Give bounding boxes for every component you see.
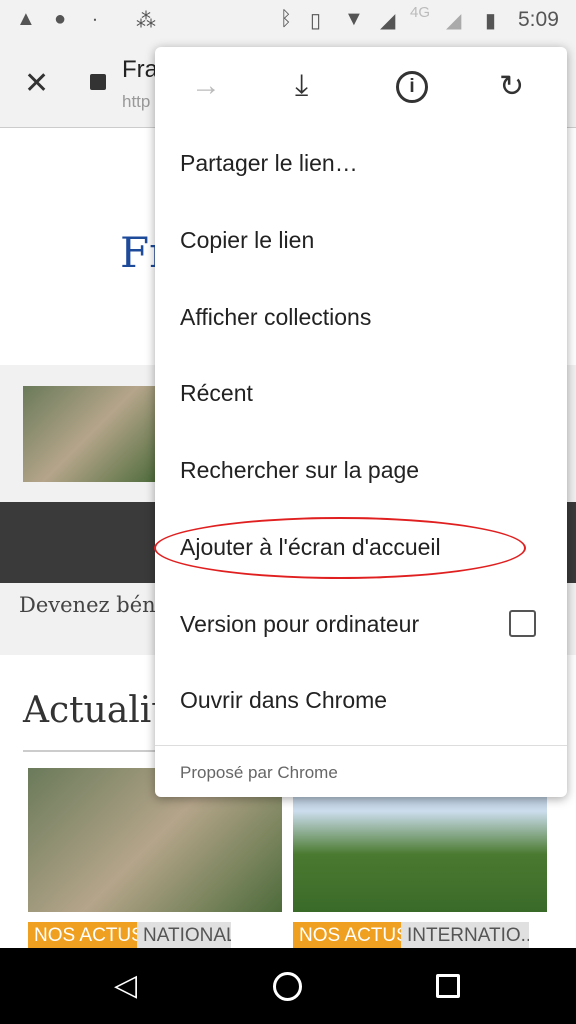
forward-icon[interactable]: →: [191, 69, 221, 103]
hero-image[interactable]: [23, 386, 158, 482]
back-icon[interactable]: ◁: [114, 968, 137, 1003]
bike-icon: ᐧ: [92, 10, 98, 32]
menu-item-recent[interactable]: Récent: [180, 380, 253, 407]
network-type: 4G: [410, 4, 431, 21]
lock-icon: [90, 74, 106, 90]
news-tag[interactable]: NOS ACTUS: [293, 922, 415, 948]
menu-item-copy-link[interactable]: Copier le lien: [180, 227, 314, 254]
desktop-site-checkbox[interactable]: [509, 610, 536, 637]
news-tag[interactable]: NOS ACTUS: [28, 922, 150, 948]
news-category[interactable]: NATIONAL: [137, 922, 231, 948]
section-title: Actualit: [23, 690, 166, 731]
bluetooth-icon: ᛒ: [280, 8, 292, 30]
clock: 5:09: [518, 8, 559, 31]
signal-icon: ◢: [380, 10, 396, 32]
highlight-ellipse: [154, 517, 526, 579]
overflow-menu: → ⤓ i ↻ Partager le lien… Copier le lien…: [155, 47, 567, 797]
page-title: Fra: [122, 56, 158, 83]
status-bar: ▲ ● ᐧ ⁂ ᛒ ▯ ▼ ◢ 4G ◢ ▮ 5:09: [0, 0, 576, 40]
home-icon[interactable]: [273, 972, 302, 1001]
vibrate-icon: ▯: [310, 10, 322, 32]
navigation-bar: ◁: [0, 948, 576, 1024]
warning-icon: ▲: [16, 8, 36, 30]
menu-item-collections[interactable]: Afficher collections: [180, 304, 371, 331]
refresh-icon[interactable]: ↻: [499, 69, 524, 104]
battery-icon: ▮: [485, 10, 497, 32]
info-icon[interactable]: i: [396, 71, 428, 103]
grapes-icon: ⁂: [136, 10, 156, 32]
menu-divider: [155, 745, 567, 746]
disc-icon: ●: [54, 8, 67, 30]
wifi-icon: ▼: [344, 8, 364, 30]
signal-icon-2: ◢: [446, 10, 462, 32]
page-url[interactable]: http: [122, 92, 150, 112]
banner-text[interactable]: Devenez bén: [19, 593, 156, 617]
news-category[interactable]: INTERNATIO...: [401, 922, 529, 948]
close-icon[interactable]: ✕: [24, 66, 49, 101]
menu-item-open-in-chrome[interactable]: Ouvrir dans Chrome: [180, 687, 387, 714]
recents-icon[interactable]: [436, 974, 460, 998]
download-icon[interactable]: ⤓: [295, 69, 308, 103]
menu-item-find-in-page[interactable]: Rechercher sur la page: [180, 457, 419, 484]
menu-footer: Proposé par Chrome: [180, 763, 338, 782]
menu-item-share[interactable]: Partager le lien…: [180, 150, 358, 177]
menu-item-desktop-site[interactable]: Version pour ordinateur: [180, 611, 419, 638]
